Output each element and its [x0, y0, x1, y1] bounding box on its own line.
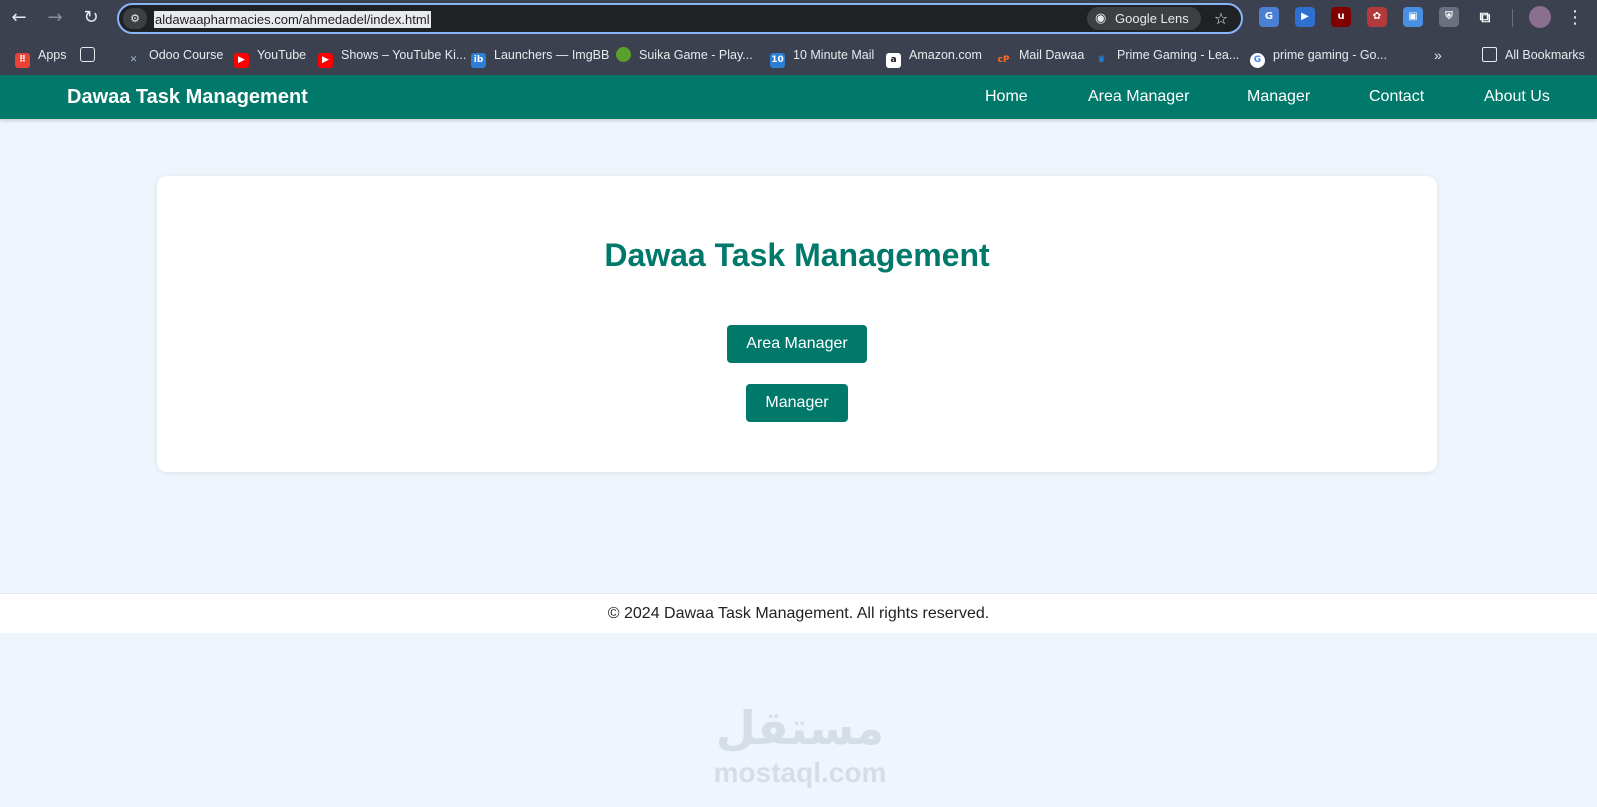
- youtube-kids-icon: ▶: [318, 53, 333, 68]
- suika-icon: [616, 47, 631, 62]
- page-footer: © 2024 Dawaa Task Management. All rights…: [0, 593, 1597, 633]
- cpanel-icon: cP: [997, 55, 1010, 65]
- screenshot-extension-icon[interactable]: ▣: [1403, 7, 1423, 27]
- nav-area-manager[interactable]: Area Manager: [1088, 86, 1189, 108]
- page-title: Dawaa Task Management: [604, 237, 990, 273]
- forward-arrow-icon[interactable]: →: [42, 5, 68, 31]
- browser-toolbar: ← → ↻ ⚙ aldawaapharmacies.com/ahmedadel/…: [0, 0, 1597, 36]
- back-arrow-icon[interactable]: ←: [6, 5, 32, 31]
- browser-menu-icon[interactable]: ⋮: [1566, 5, 1584, 31]
- lens-icon: ◉: [1095, 11, 1107, 26]
- translate-extension-icon[interactable]: G: [1259, 7, 1279, 27]
- google-icon: G: [1250, 53, 1265, 68]
- crown-icon: ♛: [1097, 55, 1106, 65]
- toolbar-divider: [1512, 9, 1513, 27]
- ublock-extension-icon[interactable]: u: [1331, 7, 1351, 27]
- bookmark-star-icon[interactable]: ☆: [1210, 8, 1232, 30]
- bookmark-imgbb[interactable]: ib Launchers — ImgBB: [471, 45, 609, 68]
- google-lens-button[interactable]: ◉ Google Lens: [1087, 7, 1201, 30]
- shield-extension-icon[interactable]: ⛨: [1439, 7, 1459, 27]
- extensions-puzzle-icon[interactable]: ⧉: [1475, 7, 1495, 27]
- area-manager-button[interactable]: Area Manager: [727, 325, 867, 363]
- nav-home[interactable]: Home: [985, 86, 1028, 108]
- bookmark-odoo-course[interactable]: ✕ Odoo Course: [126, 45, 224, 65]
- bookmark-mail-dawaa[interactable]: cP Mail Dawaa: [996, 45, 1085, 65]
- reload-icon[interactable]: ↻: [78, 5, 104, 31]
- imgbb-icon: ib: [471, 53, 486, 68]
- mostaql-watermark: مستقل mostaql.com: [690, 700, 910, 790]
- bookmark-apps[interactable]: ⠿ Apps: [15, 45, 67, 68]
- bookmark-prime-gaming[interactable]: ♛ Prime Gaming - Lea...: [1094, 45, 1239, 65]
- odoo-icon: ✕: [129, 55, 138, 65]
- bookmarks-bar: ⠿ Apps ✕ Odoo Course ▶ YouTube ▶ Shows – You…: [0, 40, 1597, 70]
- bookmark-suika[interactable]: Suika Game - Play...: [616, 45, 753, 65]
- reel-extension-icon[interactable]: ✿: [1367, 7, 1387, 27]
- nav-about-us[interactable]: About Us: [1484, 86, 1550, 108]
- apps-grid-icon: ⠿: [15, 53, 30, 68]
- bookmark-tab-groups[interactable]: [80, 45, 103, 65]
- bookmark-youtube[interactable]: ▶ YouTube: [234, 45, 306, 68]
- screencast-extension-icon[interactable]: ▶: [1295, 7, 1315, 27]
- bookmark-ten-minute-mail[interactable]: 10 10 Minute Mail: [770, 45, 874, 68]
- brand-title[interactable]: Dawaa Task Management: [67, 85, 308, 109]
- google-lens-label: Google Lens: [1115, 11, 1189, 26]
- watermark-arabic: مستقل: [715, 701, 885, 755]
- site-navbar: Dawaa Task Management Home Area Manager …: [0, 75, 1597, 119]
- browser-chrome: ← → ↻ ⚙ aldawaapharmacies.com/ahmedadel/…: [0, 0, 1597, 75]
- nav-contact[interactable]: Contact: [1369, 86, 1424, 108]
- folder-icon: [1482, 47, 1497, 62]
- tab-groups-icon: [80, 47, 95, 62]
- bookmark-amazon[interactable]: a Amazon.com: [886, 45, 982, 68]
- watermark-latin: mostaql.com: [713, 757, 887, 788]
- footer-copyright: © 2024 Dawaa Task Management. All rights…: [607, 605, 990, 622]
- bookmark-youtube-kids[interactable]: ▶ Shows – YouTube Ki...: [318, 45, 466, 68]
- bookmark-prime-gaming-google[interactable]: Gprime gaming - Go...: [1250, 45, 1387, 68]
- youtube-icon: ▶: [234, 53, 249, 68]
- profile-avatar[interactable]: [1529, 6, 1551, 28]
- address-bar[interactable]: ⚙ aldawaapharmacies.com/ahmedadel/index.…: [117, 3, 1243, 34]
- site-info-icon[interactable]: ⚙: [123, 8, 147, 29]
- more-bookmarks-chevron-icon[interactable]: »: [1434, 45, 1442, 65]
- main-card: Dawaa Task Management Area Manager Manag…: [157, 176, 1437, 472]
- ten-minute-mail-icon: 10: [770, 53, 785, 68]
- nav-manager[interactable]: Manager: [1247, 86, 1310, 108]
- url-text[interactable]: aldawaapharmacies.com/ahmedadel/index.ht…: [154, 11, 431, 28]
- all-bookmarks-folder[interactable]: All Bookmarks: [1482, 45, 1585, 65]
- amazon-icon: a: [886, 53, 901, 68]
- manager-button[interactable]: Manager: [746, 384, 848, 422]
